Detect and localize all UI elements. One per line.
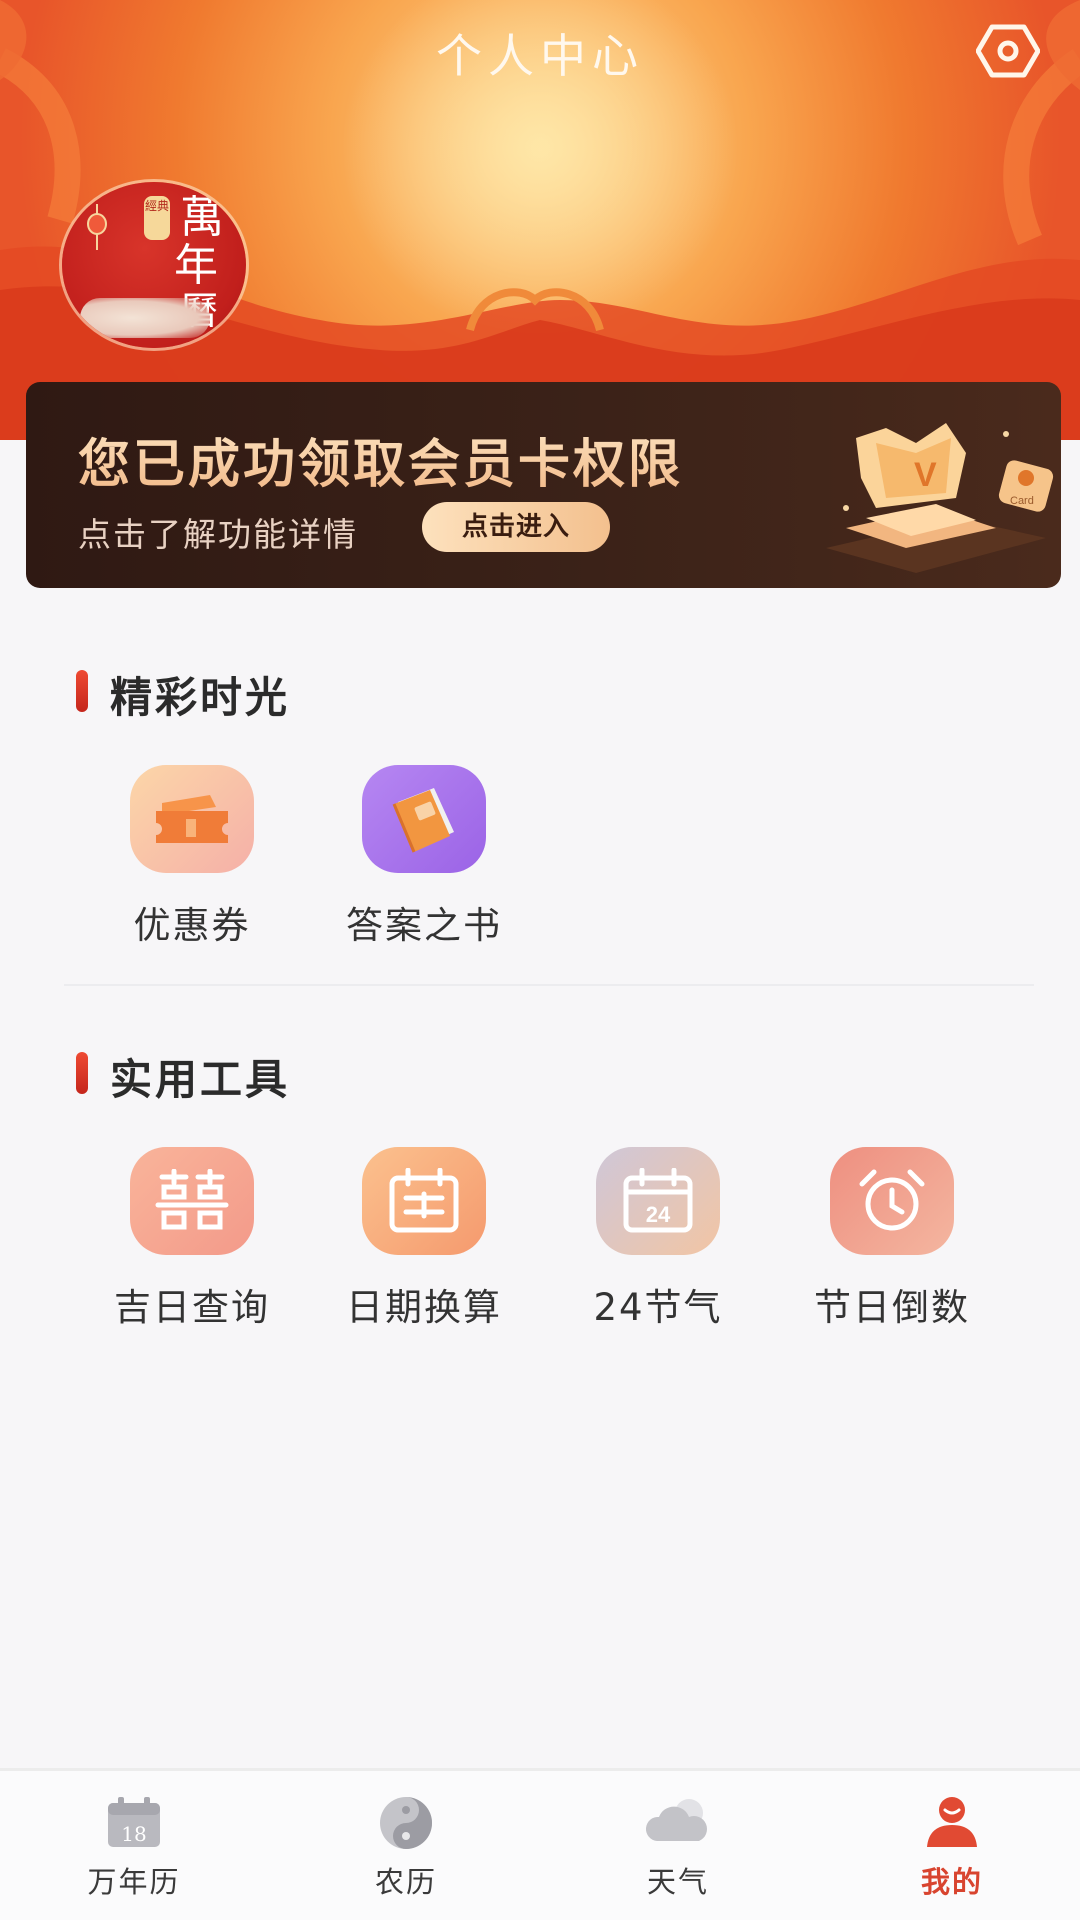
enter-button[interactable]: 点击进入 bbox=[422, 502, 610, 552]
holiday-countdown-tile bbox=[830, 1147, 954, 1255]
member-card-title: 您已成功领取会员卡权限 bbox=[78, 422, 683, 497]
lucky-day-tile bbox=[130, 1147, 254, 1255]
answer-book-icon bbox=[392, 788, 454, 853]
nav-item-calendar[interactable]: 18 万年历 bbox=[34, 1771, 234, 1920]
nav-label: 农历 bbox=[374, 1865, 437, 1899]
vip-box-icon: V Card bbox=[826, 423, 1054, 573]
settings-button[interactable] bbox=[972, 20, 1044, 82]
nav-icon-wrap: 18 bbox=[34, 1795, 234, 1855]
calendar-convert-icon bbox=[389, 1168, 459, 1233]
section-divider bbox=[64, 984, 1034, 986]
tool-label: 24节气 bbox=[593, 1286, 723, 1329]
date-convert-tile bbox=[362, 1147, 486, 1255]
tool-solar-terms[interactable]: 24 24节气 bbox=[568, 1147, 748, 1331]
card-badge-text: Card bbox=[1010, 495, 1034, 507]
nav-icon-wrap bbox=[306, 1795, 506, 1855]
alarm-clock-icon bbox=[859, 1169, 925, 1231]
cloud-icon bbox=[645, 1799, 707, 1841]
avatar-cloud-decoration bbox=[80, 298, 210, 338]
answer-book-tile bbox=[362, 765, 486, 873]
yin-yang-icon bbox=[380, 1797, 432, 1849]
tool-answer-book[interactable]: 答案之书 bbox=[334, 765, 514, 949]
tool-label: 答案之书 bbox=[346, 904, 502, 947]
member-card-banner[interactable]: 您已成功领取会员卡权限 点击了解功能详情 点击进入 V Card bbox=[26, 382, 1061, 588]
tool-coupon[interactable]: 优惠券 bbox=[102, 765, 282, 949]
nav-label: 万年历 bbox=[87, 1865, 181, 1899]
coupon-tile bbox=[130, 765, 254, 873]
tool-label: 节日倒数 bbox=[814, 1286, 970, 1329]
tool-label: 日期换算 bbox=[346, 1286, 502, 1329]
avatar-seal-text: 經典 bbox=[144, 199, 169, 213]
lantern-icon bbox=[87, 204, 107, 250]
svg-text:V: V bbox=[914, 456, 937, 494]
coupon-icon bbox=[156, 795, 228, 843]
tool-label: 优惠券 bbox=[133, 904, 251, 947]
member-card-subtitle: 点击了解功能详情 bbox=[78, 515, 358, 554]
profile-header: 个人中心 經典 萬 年 曆 bbox=[0, 0, 1080, 440]
avatar-seal: 經典 bbox=[144, 196, 170, 240]
section-title-highlights: 精彩时光 bbox=[110, 673, 291, 722]
calendar-24-icon: 24 bbox=[623, 1168, 693, 1233]
nav-icon-wrap bbox=[852, 1795, 1052, 1855]
solar-terms-tile: 24 bbox=[596, 1147, 720, 1255]
calendar-icon: 18 bbox=[108, 1797, 160, 1847]
tool-date-convert[interactable]: 日期换算 bbox=[334, 1147, 514, 1331]
nav-item-mine[interactable]: 我的 bbox=[852, 1771, 1052, 1920]
nav-item-weather[interactable]: 天气 bbox=[578, 1771, 778, 1920]
page-title: 个人中心 bbox=[436, 29, 644, 83]
calendar-icon-text: 18 bbox=[121, 1822, 146, 1846]
bottom-nav: 18 万年历 农历 天气 我的 bbox=[0, 1768, 1080, 1920]
section-title-tools: 实用工具 bbox=[110, 1055, 291, 1104]
calendar-24-text: 24 bbox=[646, 1202, 671, 1227]
tool-holiday-countdown[interactable]: 节日倒数 bbox=[802, 1147, 982, 1331]
nav-icon-wrap bbox=[578, 1795, 778, 1855]
nav-label: 我的 bbox=[920, 1865, 983, 1899]
double-happiness-icon bbox=[155, 1169, 229, 1230]
nav-item-lunar[interactable]: 农历 bbox=[306, 1771, 506, 1920]
section-bar bbox=[76, 670, 88, 712]
tool-label: 吉日查询 bbox=[114, 1286, 270, 1329]
settings-hexagon-icon bbox=[976, 24, 1040, 78]
avatar-char-1: 萬 bbox=[180, 192, 224, 243]
avatar-char-2: 年 bbox=[174, 240, 218, 291]
person-icon bbox=[927, 1797, 977, 1847]
tool-lucky-day[interactable]: 吉日查询 bbox=[102, 1147, 282, 1331]
avatar[interactable]: 經典 萬 年 曆 bbox=[62, 182, 246, 348]
section-bar bbox=[76, 1052, 88, 1094]
nav-label: 天气 bbox=[646, 1865, 709, 1899]
